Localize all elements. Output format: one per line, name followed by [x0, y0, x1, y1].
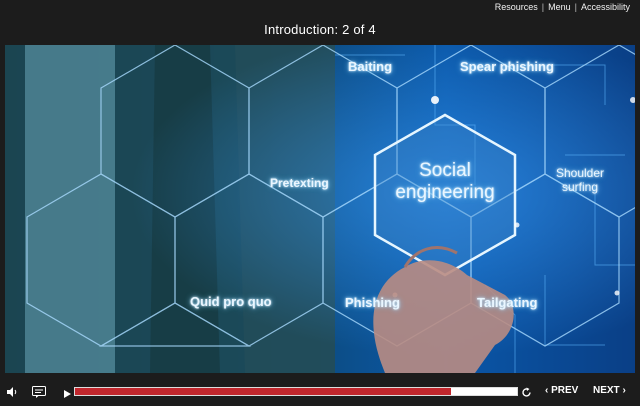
label-social-engineering: Social engineering	[380, 160, 510, 204]
label-baiting: Baiting	[348, 59, 393, 74]
play-icon[interactable]	[63, 386, 72, 404]
center-label-line1: Social	[419, 160, 471, 181]
label-phishing: Phishing	[345, 295, 400, 310]
label-tailgating: Tailgating	[477, 295, 538, 310]
resources-link[interactable]: Resources	[491, 0, 542, 14]
center-label-line2: engineering	[395, 182, 495, 203]
next-label: NEXT	[593, 385, 620, 396]
social-engineering-graphic	[5, 45, 635, 373]
prev-button[interactable]: ‹ PREV	[545, 385, 578, 396]
label-quid-pro-quo: Quid pro quo	[190, 294, 272, 309]
next-button[interactable]: NEXT ›	[593, 385, 626, 396]
slide-title: Introduction: 2 of 4	[264, 22, 376, 37]
prev-label: PREV	[551, 385, 579, 396]
shoulder-line2: surfing	[561, 180, 599, 194]
label-pretexting: Pretexting	[270, 176, 329, 190]
label-spear-phishing: Spear phishing	[460, 59, 554, 74]
player-controls: ‹ PREV NEXT ›	[0, 378, 640, 406]
chevron-right-icon: ›	[619, 385, 626, 396]
replay-icon[interactable]	[521, 385, 532, 403]
label-shoulder-surfing: Shoulder surfing	[545, 166, 615, 194]
progress-fill	[75, 388, 451, 395]
progress-bar[interactable]	[74, 387, 518, 396]
menu-link[interactable]: Menu	[544, 0, 575, 14]
shoulder-line1: Shoulder	[555, 166, 605, 180]
accessibility-link[interactable]: Accessibility	[577, 0, 634, 14]
slide-stage: Baiting Spear phishing Pretexting Social…	[5, 45, 635, 373]
captions-icon[interactable]	[32, 385, 46, 403]
top-nav: Resources | Menu | Accessibility	[491, 0, 634, 14]
volume-icon[interactable]	[6, 385, 18, 403]
